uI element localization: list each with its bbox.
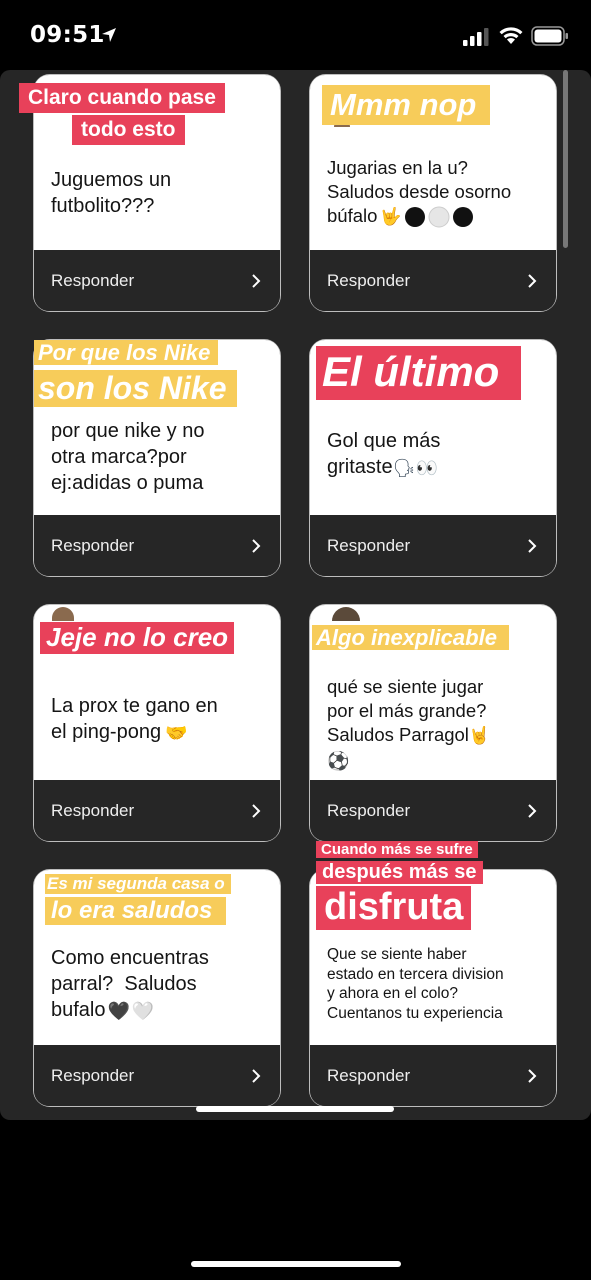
sticker-text: Es mi segunda casa o [45, 874, 231, 894]
chevron-right-icon [252, 273, 261, 288]
status-bar: 09:51 [0, 0, 591, 72]
respond-label: Responder [51, 1065, 135, 1085]
respond-button[interactable]: Responder [34, 780, 280, 841]
sticker-text: todo esto [72, 115, 185, 146]
chevron-right-icon [528, 1068, 537, 1083]
respond-label: Responder [51, 535, 135, 555]
respond-label: Responder [327, 270, 411, 290]
question-text: qué se siente jugar por el más grande? S… [327, 675, 490, 773]
questions-sheet[interactable]: Juguemos un futbolito??? Responder Claro… [0, 70, 591, 1120]
chevron-right-icon [528, 803, 537, 818]
eyes-emoji: 👀 [415, 457, 438, 478]
sticker-text: Claro cuando pase [19, 83, 225, 114]
home-indicator[interactable] [191, 1261, 401, 1267]
wifi-icon [499, 27, 523, 44]
battery-icon [531, 26, 568, 46]
sticker-text: Mmm nop [322, 85, 491, 125]
sticker-text: Cuando más se sufre [316, 841, 478, 859]
respond-label: Responder [327, 535, 411, 555]
question-text: Que se siente haber estado en tercera di… [327, 946, 504, 1022]
respond-button[interactable]: Responder [310, 780, 556, 841]
black-heart-emoji: 🖤 [107, 1000, 130, 1021]
question-text-content: qué se siente jugar por el más grande? S… [327, 676, 487, 745]
respond-label: Responder [51, 270, 135, 290]
chevron-right-icon [252, 803, 261, 818]
white-circle-icon [428, 206, 450, 228]
chevron-right-icon [528, 538, 537, 553]
question-text: Juguemos un futbolito??? [51, 169, 172, 217]
chevron-right-icon [528, 273, 537, 288]
respond-button[interactable]: Responder [310, 515, 556, 576]
respond-button[interactable]: Responder [34, 1045, 280, 1106]
respond-label: Responder [51, 800, 135, 820]
question-text: Gol que más gritaste🗣👀 [327, 428, 440, 481]
scrollbar[interactable] [563, 70, 568, 248]
handshake-emoji: 🤝 [165, 722, 188, 743]
respond-button[interactable]: Responder [310, 1045, 556, 1106]
scroll-indicator [196, 1106, 394, 1112]
black-circle-icon [452, 207, 473, 228]
respond-button[interactable]: Responder [34, 250, 280, 311]
question-card-body: por que nike y no otra marca?por ej:adid… [34, 340, 280, 515]
chevron-right-icon [252, 538, 261, 553]
question-text-content: La prox te gano en el ping-pong [51, 695, 218, 743]
sticker-text: Jeje no lo creo [40, 622, 235, 654]
question-text: La prox te gano en el ping-pong 🤝 [51, 693, 218, 746]
rock-hand-emoji: 🤘 [468, 726, 491, 746]
sticker-text: Algo inexplicable [312, 625, 509, 651]
sticker-text: El último [316, 346, 522, 401]
question-text: por que nike y no otra marca?por ej:adid… [51, 420, 205, 494]
soccer-ball-emoji: ⚽ [327, 751, 350, 772]
rock-hand-emoji: 🤟 [380, 207, 402, 227]
speaking-head-emoji: 🗣 [392, 457, 416, 478]
white-heart-emoji: 🤍 [131, 1000, 155, 1021]
location-arrow-icon [102, 28, 116, 42]
sticker-text: son los Nike [34, 370, 237, 407]
avatar [52, 607, 74, 621]
respond-button[interactable]: Responder [310, 250, 556, 311]
sticker-text: disfruta [316, 886, 472, 930]
question-text: Jugarias en la u? Saludos desde osorno b… [327, 156, 511, 229]
chevron-right-icon [252, 1068, 261, 1083]
black-circle-icon [404, 207, 425, 228]
respond-label: Responder [327, 800, 411, 820]
question-text: Como encuentras parral? Saludos bufalo 🖤 🤍 [51, 945, 209, 1024]
respond-label: Responder [327, 1065, 411, 1085]
sticker-text: Por que los Nike [34, 340, 219, 366]
sticker-text: lo era saludos [45, 897, 227, 925]
respond-button[interactable]: Responder [34, 515, 280, 576]
status-time: 09:51 [30, 22, 105, 48]
sticker-text: después más se [316, 861, 483, 884]
cell-signal-icon [463, 28, 489, 46]
avatar [332, 607, 360, 621]
